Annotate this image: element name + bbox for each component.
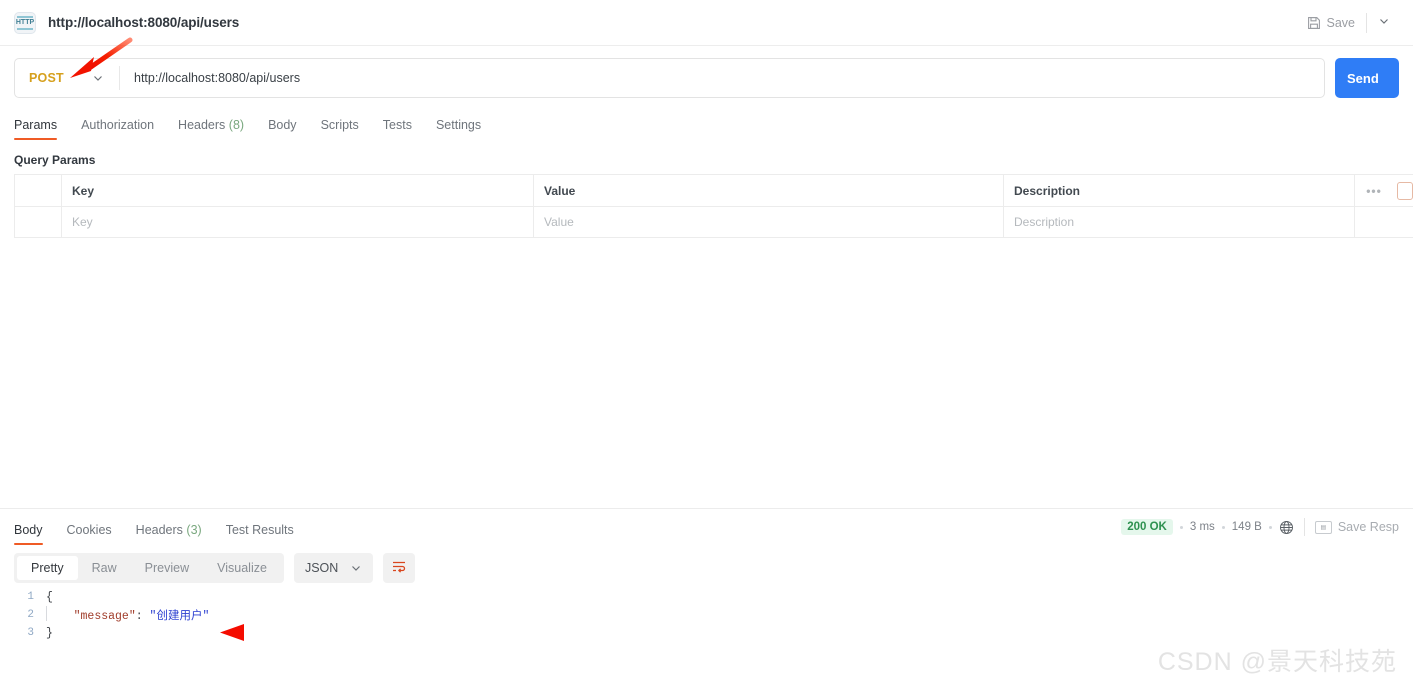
view-raw[interactable]: Raw xyxy=(78,556,131,580)
save-button-label: Save xyxy=(1326,15,1356,30)
tab-headers-count: (8) xyxy=(228,118,245,132)
tab-headers[interactable]: Headers (8) xyxy=(166,118,256,140)
ellipsis-icon: ••• xyxy=(1366,183,1382,198)
param-key-input[interactable]: Key xyxy=(62,207,534,237)
floppy-disk-icon xyxy=(1307,16,1321,30)
line-number: 1 xyxy=(27,591,34,603)
response-tabs: Body Cookies Headers (3) Test Results xyxy=(14,509,306,545)
response-tab-headers[interactable]: Headers (3) xyxy=(124,523,214,545)
tab-authorization[interactable]: Authorization xyxy=(69,118,166,140)
view-visualize[interactable]: Visualize xyxy=(203,556,281,580)
meta-separator-dot xyxy=(1268,525,1272,529)
code-line: 2 "message": "创建用户" xyxy=(0,606,1413,624)
json-value: "创建用户" xyxy=(149,610,210,623)
indent-guide xyxy=(46,606,47,621)
code-line: 1 { xyxy=(0,588,1413,606)
code-text: } xyxy=(46,626,53,640)
save-response-label: Save Resp xyxy=(1337,520,1399,534)
request-url-bar: POST Send xyxy=(0,46,1413,111)
topbar-actions: Save xyxy=(1298,10,1400,35)
tab-settings[interactable]: Settings xyxy=(424,118,493,140)
bulk-edit-button[interactable] xyxy=(1393,175,1413,206)
header-checkbox-cell xyxy=(15,175,62,206)
query-params-heading: Query Params xyxy=(14,153,96,167)
tab-scripts[interactable]: Scripts xyxy=(309,118,371,140)
request-tab-header: HTTP http://localhost:8080/api/users Sav… xyxy=(0,0,1413,46)
column-header-description: Description xyxy=(1004,175,1355,206)
code-text: { xyxy=(46,590,53,604)
table-header-row: Key Value Description ••• xyxy=(15,175,1413,206)
response-language-label: JSON xyxy=(304,561,339,575)
response-view-switch: Pretty Raw Preview Visualize xyxy=(14,553,284,583)
bulk-edit-icon xyxy=(1397,181,1413,200)
response-tab-body-label: Body xyxy=(14,523,43,537)
meta-separator-dot xyxy=(1179,525,1183,529)
table-options-button[interactable]: ••• xyxy=(1355,175,1393,206)
json-colon: : xyxy=(135,610,150,623)
save-options-button[interactable] xyxy=(1369,10,1399,35)
tab-params[interactable]: Params xyxy=(14,118,69,140)
tab-headers-label: Headers xyxy=(178,118,226,132)
code-text: "message": "创建用户" xyxy=(46,607,210,623)
view-preview[interactable]: Preview xyxy=(131,556,203,580)
response-meta: 200 OK 3 ms 149 B ▤ Save Resp xyxy=(1121,518,1399,536)
save-response-button[interactable]: ▤ Save Resp xyxy=(1314,520,1399,534)
response-tab-body[interactable]: Body xyxy=(14,523,55,545)
status-badge: 200 OK xyxy=(1121,519,1173,535)
tab-scripts-label: Scripts xyxy=(320,118,359,132)
query-params-table: Key Value Description ••• Key Value Desc… xyxy=(14,174,1413,238)
chevron-down-icon xyxy=(92,72,104,84)
table-row: Key Value Description xyxy=(15,206,1413,237)
word-wrap-button[interactable] xyxy=(383,553,416,583)
row-options xyxy=(1355,207,1393,237)
save-button[interactable]: Save xyxy=(1298,11,1365,35)
response-format-toolbar: Pretty Raw Preview Visualize JSON xyxy=(14,551,1413,585)
response-language-select[interactable]: JSON xyxy=(293,553,374,583)
view-pretty[interactable]: Pretty xyxy=(17,556,78,580)
tab-settings-label: Settings xyxy=(435,118,482,132)
column-header-value: Value xyxy=(534,175,1004,206)
tab-params-label: Params xyxy=(14,118,58,132)
http-method-label: POST xyxy=(29,71,64,85)
url-input-group: POST xyxy=(14,58,1325,98)
line-number: 3 xyxy=(27,627,34,639)
save-response-icon: ▤ xyxy=(1314,520,1332,534)
response-tab-test-results-label: Test Results xyxy=(225,523,294,537)
meta-separator-dot xyxy=(1221,525,1225,529)
meta-divider xyxy=(1303,518,1305,536)
chevron-down-icon xyxy=(1378,15,1390,30)
watermark: CSDN @景天科技苑 xyxy=(1157,648,1397,676)
response-header: Body Cookies Headers (3) Test Results 20… xyxy=(0,509,1413,545)
tab-tests-label: Tests xyxy=(382,118,412,132)
json-key: "message" xyxy=(73,610,136,623)
http-protocol-icon: HTTP xyxy=(14,11,36,34)
tab-authorization-label: Authorization xyxy=(81,118,155,132)
request-tabs: Params Authorization Headers (8) Body Sc… xyxy=(0,111,1413,140)
response-size: 149 B xyxy=(1231,521,1262,533)
row-bulk-spacer xyxy=(1393,207,1413,237)
param-description-input[interactable]: Description xyxy=(1004,207,1355,237)
response-tab-headers-count: (3) xyxy=(186,523,202,537)
param-value-input[interactable]: Value xyxy=(534,207,1004,237)
globe-icon[interactable] xyxy=(1279,520,1294,535)
page-title: http://localhost:8080/api/users xyxy=(48,15,240,30)
response-tab-headers-label: Headers xyxy=(135,523,183,537)
line-number: 2 xyxy=(27,609,34,621)
tab-body-label: Body xyxy=(268,118,297,132)
word-wrap-icon xyxy=(391,559,407,578)
chevron-down-icon xyxy=(350,562,362,574)
column-header-key: Key xyxy=(62,175,534,206)
send-button[interactable]: Send xyxy=(1335,58,1399,98)
tab-body[interactable]: Body xyxy=(256,118,309,140)
topbar-divider xyxy=(1366,12,1367,33)
tab-tests[interactable]: Tests xyxy=(371,118,424,140)
response-tab-test-results[interactable]: Test Results xyxy=(214,523,306,545)
response-tab-cookies-label: Cookies xyxy=(66,523,112,537)
response-tab-cookies[interactable]: Cookies xyxy=(55,523,124,545)
response-time: 3 ms xyxy=(1189,521,1215,533)
http-method-selector[interactable]: POST xyxy=(15,59,119,97)
code-line: 3 } xyxy=(0,624,1413,642)
row-checkbox[interactable] xyxy=(15,207,62,237)
url-input[interactable] xyxy=(120,59,1324,97)
